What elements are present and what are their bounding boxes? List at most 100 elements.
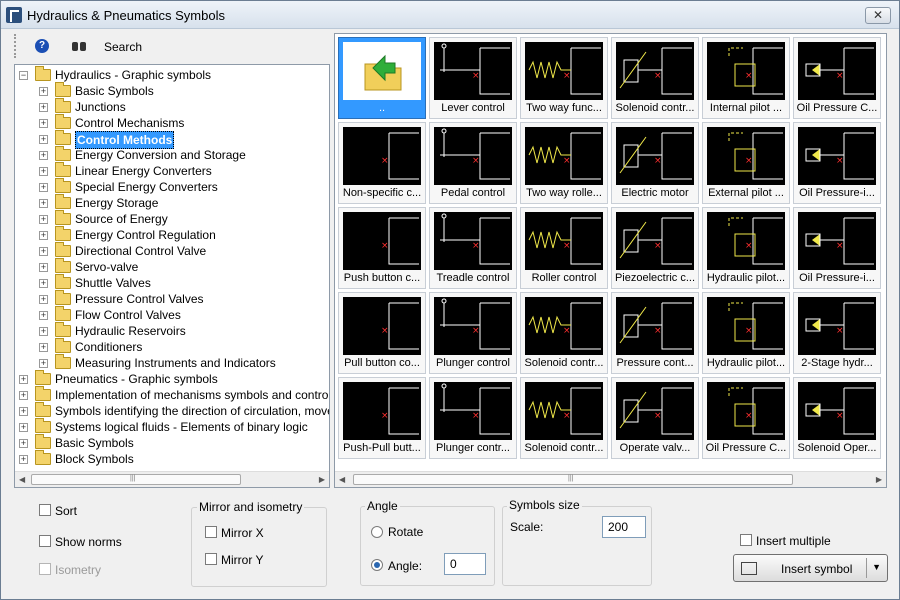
tree-item[interactable]: + Shuttle Valves: [15, 274, 329, 291]
symbol-tile[interactable]: × Push-Pull butt...: [338, 377, 426, 459]
expand-icon[interactable]: +: [39, 167, 48, 176]
tree-item[interactable]: + Energy Control Regulation: [15, 226, 329, 243]
tree-item[interactable]: + Pneumatics - Graphic symbols: [15, 370, 329, 387]
grid-horizontal-scrollbar[interactable]: ◀ ||| ▶: [335, 471, 886, 487]
tree-item[interactable]: + Conditioners: [15, 338, 329, 355]
angle-radio[interactable]: [371, 559, 383, 571]
symbol-tile[interactable]: × Solenoid Oper...: [793, 377, 881, 459]
symbol-tile[interactable]: × Push button c...: [338, 207, 426, 289]
binoculars-icon[interactable]: [71, 39, 87, 53]
help-icon[interactable]: ?: [35, 39, 49, 53]
expand-icon[interactable]: +: [39, 263, 48, 272]
rotate-radio[interactable]: [371, 526, 383, 538]
scroll-left-icon[interactable]: ◀: [339, 475, 345, 484]
tree-horizontal-scrollbar[interactable]: ◀ ||| ▶: [15, 471, 329, 487]
tree-item[interactable]: + Measuring Instruments and Indicators: [15, 354, 329, 371]
tree-item[interactable]: + Symbols identifying the direction of ci…: [15, 402, 329, 419]
symbol-tile[interactable]: × Roller control: [520, 207, 608, 289]
expand-icon[interactable]: +: [39, 135, 48, 144]
symbol-tile[interactable]: × Two way rolle...: [520, 122, 608, 204]
symbol-tile[interactable]: × 2-Stage hydr...: [793, 292, 881, 374]
tree-scroll-thumb[interactable]: |||: [31, 474, 241, 485]
category-tree[interactable]: + Block Symbols + Basic Symbols + Systems log…: [14, 64, 330, 488]
expand-icon[interactable]: +: [39, 119, 48, 128]
close-button[interactable]: ✕: [865, 7, 891, 24]
symbol-grid[interactable]: × Solenoid Oper... × Oil Pressure C... × Oper…: [334, 33, 887, 488]
expand-icon[interactable]: +: [19, 407, 28, 416]
tree-item[interactable]: + Servo-valve: [15, 258, 329, 275]
tree-item[interactable]: + Source of Energy: [15, 210, 329, 227]
expand-icon[interactable]: +: [39, 151, 48, 160]
scroll-right-icon[interactable]: ▶: [319, 475, 325, 484]
tree-item[interactable]: + Block Symbols: [15, 450, 329, 467]
expand-icon[interactable]: +: [39, 215, 48, 224]
tree-item[interactable]: − Hydraulics - Graphic symbols: [15, 66, 329, 83]
expand-icon[interactable]: +: [39, 183, 48, 192]
sort-checkbox[interactable]: [39, 504, 51, 516]
tree-item[interactable]: + Implementation of mechanisms symbols an…: [15, 386, 329, 403]
tree-item[interactable]: + Special Energy Converters: [15, 178, 329, 195]
expand-icon[interactable]: +: [19, 439, 28, 448]
symbol-tile[interactable]: × Treadle control: [429, 207, 517, 289]
expand-icon[interactable]: +: [39, 311, 48, 320]
symbol-tile[interactable]: × Plunger contr...: [429, 377, 517, 459]
show-norms-checkbox[interactable]: [39, 535, 51, 547]
mirror-y-checkbox[interactable]: [205, 553, 217, 565]
symbol-tile[interactable]: × Solenoid contr...: [520, 377, 608, 459]
tree-item[interactable]: + Energy Storage: [15, 194, 329, 211]
expand-icon[interactable]: +: [19, 391, 28, 400]
scroll-right-icon[interactable]: ▶: [876, 475, 882, 484]
symbol-tile[interactable]: × Pedal control: [429, 122, 517, 204]
symbol-tile[interactable]: × Lever control: [429, 37, 517, 119]
symbol-tile[interactable]: × Oil Pressure-i...: [793, 122, 881, 204]
tree-item[interactable]: + Control Mechanisms: [15, 114, 329, 131]
symbol-tile[interactable]: × Solenoid contr...: [520, 292, 608, 374]
tree-item[interactable]: + Linear Energy Converters: [15, 162, 329, 179]
expand-icon[interactable]: +: [39, 343, 48, 352]
dropdown-arrow-icon[interactable]: ▼: [872, 562, 881, 572]
tree-item[interactable]: + Pressure Control Valves: [15, 290, 329, 307]
expand-icon[interactable]: +: [19, 455, 28, 464]
insert-multiple-checkbox[interactable]: [740, 534, 752, 546]
symbol-tile[interactable]: × Operate valv...: [611, 377, 699, 459]
symbol-tile[interactable]: × Solenoid contr...: [611, 37, 699, 119]
expand-icon[interactable]: +: [39, 199, 48, 208]
symbol-tile[interactable]: × Hydraulic pilot...: [702, 207, 790, 289]
symbol-tile[interactable]: × Pull button co...: [338, 292, 426, 374]
scale-input[interactable]: 200: [602, 516, 646, 538]
grid-scroll-thumb[interactable]: |||: [353, 474, 793, 485]
symbol-tile[interactable]: × Oil Pressure-i...: [793, 207, 881, 289]
tree-item[interactable]: + Basic Symbols: [15, 434, 329, 451]
expand-icon[interactable]: +: [39, 327, 48, 336]
scroll-left-icon[interactable]: ◀: [19, 475, 25, 484]
tree-item[interactable]: + Systems logical fluids - Elements of bi…: [15, 418, 329, 435]
symbol-tile[interactable]: × Oil Pressure C...: [702, 377, 790, 459]
tree-item[interactable]: + Hydraulic Reservoirs: [15, 322, 329, 339]
angle-input[interactable]: 0: [444, 553, 486, 575]
symbol-tile[interactable]: × External pilot ...: [702, 122, 790, 204]
expand-icon[interactable]: +: [39, 359, 48, 368]
symbol-tile[interactable]: × Plunger control: [429, 292, 517, 374]
symbol-tile[interactable]: × Piezoelectric c...: [611, 207, 699, 289]
collapse-icon[interactable]: −: [19, 71, 28, 80]
symbol-tile[interactable]: × Hydraulic pilot...: [702, 292, 790, 374]
expand-icon[interactable]: +: [19, 375, 28, 384]
expand-icon[interactable]: +: [39, 279, 48, 288]
symbol-tile[interactable]: × Two way func...: [520, 37, 608, 119]
tree-item[interactable]: + Flow Control Valves: [15, 306, 329, 323]
tree-item[interactable]: + Energy Conversion and Storage: [15, 146, 329, 163]
expand-icon[interactable]: +: [39, 231, 48, 240]
symbol-tile[interactable]: × Non-specific c...: [338, 122, 426, 204]
expand-icon[interactable]: +: [39, 247, 48, 256]
symbol-tile[interactable]: ..: [338, 37, 426, 119]
insert-symbol-button[interactable]: Insert symbol ▼: [733, 554, 888, 582]
expand-icon[interactable]: +: [39, 87, 48, 96]
toolbar-grip[interactable]: [14, 34, 19, 58]
search-button[interactable]: Search: [104, 40, 142, 54]
tree-item[interactable]: + Junctions: [15, 98, 329, 115]
symbol-tile[interactable]: × Internal pilot ...: [702, 37, 790, 119]
symbol-tile[interactable]: × Oil Pressure C...: [793, 37, 881, 119]
symbol-tile[interactable]: × Pressure cont...: [611, 292, 699, 374]
expand-icon[interactable]: +: [39, 103, 48, 112]
symbol-tile[interactable]: × Electric motor: [611, 122, 699, 204]
